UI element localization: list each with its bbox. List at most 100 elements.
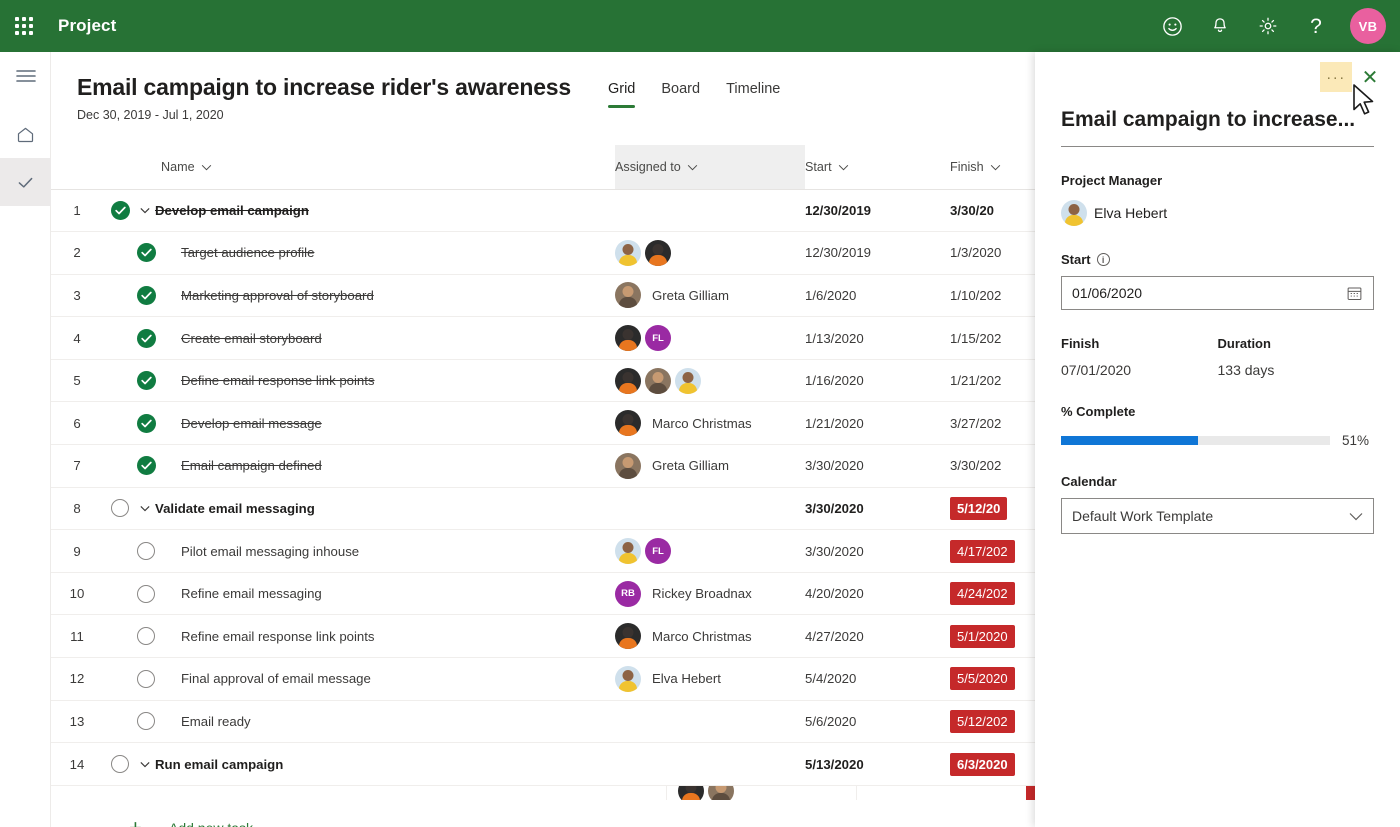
task-complete-icon[interactable] <box>136 413 156 433</box>
start-date-cell[interactable]: 3/30/2020 <box>805 444 950 488</box>
task-name-cell[interactable]: Email campaign defined <box>103 444 615 488</box>
start-date-cell[interactable]: 1/21/2020 <box>805 401 950 446</box>
notifications-bell-icon[interactable] <box>1198 4 1242 48</box>
start-date-cell[interactable]: 5/6/2020 <box>805 700 950 744</box>
feedback-smiley-icon[interactable] <box>1150 4 1194 48</box>
start-date-cell[interactable]: 12/30/2019 <box>805 189 950 233</box>
start-date-cell[interactable]: 1/6/2020 <box>805 274 950 318</box>
table-row[interactable]: 1 Develop email campaign 12/30/2019 3/30/20 <box>51 189 1081 233</box>
task-name-cell[interactable]: Refine email response link points <box>103 614 615 659</box>
task-name-cell[interactable]: Create email storyboard <box>103 316 615 360</box>
table-row[interactable]: 2 Target audience profile 12/30/2019 1/3/20… <box>51 231 1081 275</box>
calendar-select[interactable]: Default Work Template <box>1061 498 1374 534</box>
settings-gear-icon[interactable] <box>1246 4 1290 48</box>
table-row[interactable]: 3 Marketing approval of storyboard Greta G… <box>51 274 1081 318</box>
app-launcher-icon[interactable] <box>0 0 48 52</box>
task-name-cell[interactable]: Target audience profile <box>103 231 615 275</box>
hamburger-menu-icon[interactable] <box>0 52 51 100</box>
task-incomplete-icon[interactable] <box>137 669 155 688</box>
assigned-to-cell[interactable]: FL <box>615 316 805 360</box>
table-row[interactable]: 5 Define email response link points 1/16/2… <box>51 359 1081 403</box>
tasks-check-icon[interactable] <box>0 158 51 206</box>
task-name-cell[interactable]: Final approval of email message <box>103 657 615 701</box>
table-row[interactable]: 7 Email campaign defined Greta Gilliam 3/30… <box>51 444 1081 488</box>
task-incomplete-icon[interactable] <box>137 712 155 731</box>
table-row[interactable]: 10 Refine email messaging RB Rickey Broadna… <box>51 572 1081 616</box>
chevron-down-icon[interactable] <box>137 207 153 214</box>
chevron-down-icon[interactable] <box>137 761 153 768</box>
task-incomplete-icon[interactable] <box>137 584 155 603</box>
start-date-cell[interactable]: 12/30/2019 <box>805 231 950 275</box>
home-icon[interactable] <box>0 110 51 158</box>
task-name-cell[interactable]: Develop email campaign <box>103 189 615 233</box>
chevron-down-icon[interactable] <box>137 505 153 512</box>
assigned-to-cell[interactable]: Marco Christmas <box>615 401 805 446</box>
start-date-cell[interactable]: 4/27/2020 <box>805 614 950 659</box>
project-manager-value[interactable]: Elva Hebert <box>1061 200 1374 226</box>
assigned-to-cell[interactable] <box>615 189 805 233</box>
task-name-label: Target audience profile <box>181 245 315 261</box>
table-row[interactable]: 14 Run email campaign 5/13/2020 6/3/2020 <box>51 742 1081 786</box>
tab-grid[interactable]: Grid <box>607 81 636 108</box>
assigned-to-cell[interactable] <box>615 700 805 744</box>
assigned-to-cell[interactable] <box>615 742 805 786</box>
task-name-cell[interactable]: Marketing approval of storyboard <box>103 274 615 318</box>
tab-timeline[interactable]: Timeline <box>726 81 780 105</box>
task-incomplete-icon[interactable] <box>111 499 129 518</box>
start-date-cell[interactable]: 3/30/2020 <box>805 529 950 573</box>
table-row[interactable]: 4 Create email storyboard FL 1/13/2020 1/15/… <box>51 316 1081 360</box>
table-row[interactable]: 6 Develop email message Marco Christmas 1/2… <box>51 401 1081 446</box>
calendar-icon[interactable] <box>1346 285 1363 302</box>
task-name-cell[interactable]: Develop email message <box>103 401 615 446</box>
task-complete-icon[interactable] <box>136 328 156 348</box>
table-row[interactable]: 12 Final approval of email message Elva He… <box>51 657 1081 701</box>
task-name-cell[interactable]: Refine email messaging <box>103 572 615 616</box>
close-panel-button[interactable]: ✕ <box>1354 62 1386 92</box>
task-incomplete-icon[interactable] <box>137 542 155 561</box>
start-date-cell[interactable]: 1/16/2020 <box>805 359 950 403</box>
task-name-cell[interactable]: Email ready <box>103 700 615 744</box>
info-icon[interactable]: i <box>1096 253 1110 266</box>
table-row[interactable]: 13 Email ready 5/6/2020 5/12/202 <box>51 700 1081 744</box>
avatar-group: RB Rickey Broadnax <box>615 580 805 607</box>
assigned-to-cell[interactable]: Greta Gilliam <box>615 274 805 318</box>
start-date-cell[interactable]: 3/30/2020 <box>805 487 950 531</box>
task-complete-icon[interactable] <box>136 285 156 305</box>
more-options-button[interactable]: ··· <box>1320 62 1352 92</box>
tab-board[interactable]: Board <box>661 81 700 105</box>
assigned-to-cell[interactable]: Elva Hebert <box>615 657 805 701</box>
assigned-to-cell[interactable]: Marco Christmas <box>615 614 805 659</box>
start-date-input[interactable]: 01/06/2020 <box>1061 276 1374 310</box>
assigned-to-cell[interactable]: FL <box>615 529 805 573</box>
assigned-to-cell[interactable]: Greta Gilliam <box>615 444 805 488</box>
percent-complete-value: 51% <box>1342 433 1370 448</box>
assigned-to-cell[interactable] <box>615 231 805 275</box>
start-date-cell[interactable]: 5/13/2020 <box>805 742 950 786</box>
avatar <box>1061 200 1087 226</box>
task-complete-icon[interactable] <box>136 371 156 391</box>
column-header-assigned-to[interactable]: Assigned to <box>615 145 805 190</box>
column-header-name[interactable]: Name <box>103 145 615 190</box>
task-complete-icon[interactable] <box>136 243 156 263</box>
table-row[interactable]: 9 Pilot email messaging inhouse FL 3/30/202… <box>51 529 1081 573</box>
task-complete-icon[interactable] <box>110 200 130 220</box>
user-avatar[interactable]: VB <box>1350 8 1386 44</box>
table-row[interactable]: 8 Validate email messaging 3/30/2020 5/12/2… <box>51 487 1081 531</box>
task-complete-icon[interactable] <box>136 456 156 476</box>
start-date-cell[interactable]: 1/13/2020 <box>805 316 950 360</box>
table-row[interactable]: 11 Refine email response link points Marco… <box>51 614 1081 659</box>
task-name-cell[interactable]: Validate email messaging <box>103 487 615 531</box>
start-date-cell[interactable]: 4/20/2020 <box>805 572 950 616</box>
start-date-cell[interactable]: 5/4/2020 <box>805 657 950 701</box>
task-name-cell[interactable]: Pilot email messaging inhouse <box>103 529 615 573</box>
task-name-cell[interactable]: Define email response link points <box>103 359 615 403</box>
assigned-to-cell[interactable] <box>615 359 805 403</box>
task-incomplete-icon[interactable] <box>111 755 129 774</box>
task-name-cell[interactable]: Run email campaign <box>103 742 615 786</box>
page-title: Email campaign to increase rider's aware… <box>77 74 571 100</box>
assigned-to-cell[interactable] <box>615 487 805 531</box>
column-header-start[interactable]: Start <box>805 145 950 190</box>
assigned-to-cell[interactable]: RB Rickey Broadnax <box>615 572 805 616</box>
task-incomplete-icon[interactable] <box>137 627 155 646</box>
help-question-icon[interactable]: ? <box>1294 4 1338 48</box>
